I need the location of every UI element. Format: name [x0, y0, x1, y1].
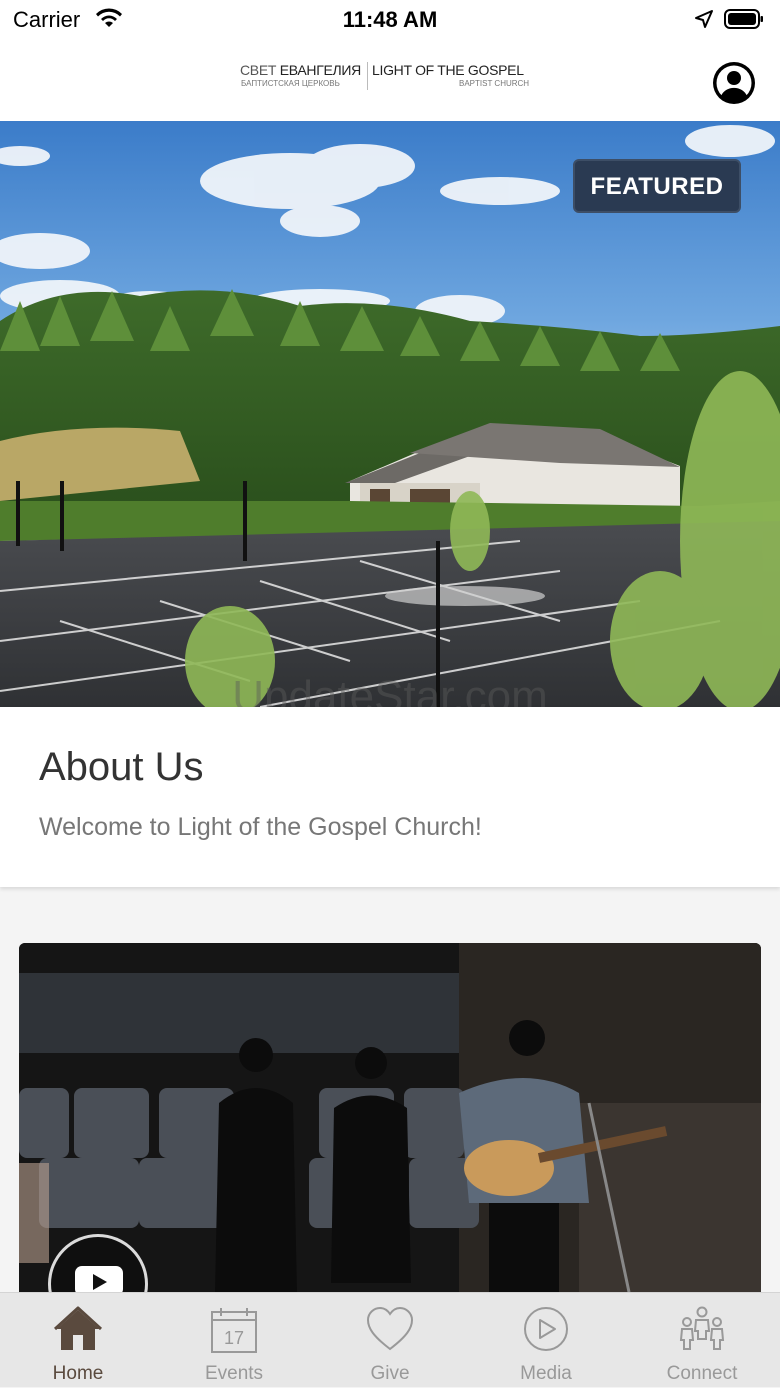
about-section[interactable]: About Us Welcome to Light of the Gospel … — [0, 707, 780, 887]
battery-icon — [724, 9, 763, 29]
profile-button[interactable] — [712, 61, 756, 105]
play-circle-icon — [524, 1307, 568, 1351]
heart-icon — [366, 1306, 414, 1351]
calendar-day: 17 — [224, 1328, 244, 1348]
tab-connect-label: Connect — [666, 1363, 738, 1384]
person-circle-icon — [713, 62, 755, 104]
bottom-tab-bar: Home 17 Events Give Media Connect — [0, 1292, 780, 1387]
logo-divider — [367, 62, 368, 90]
tab-home[interactable]: Home — [0, 1293, 156, 1388]
about-subtitle: Welcome to Light of the Gospel Church! — [39, 813, 482, 841]
tab-events-label: Events — [204, 1363, 264, 1384]
logo-ru-title: СВЕТ ЕВАНГЕЛИЯ — [240, 62, 361, 78]
calendar-icon: 17 — [211, 1308, 257, 1353]
tab-give[interactable]: Give — [312, 1293, 468, 1388]
tab-events[interactable]: 17 Events — [156, 1293, 312, 1388]
status-time: 11:48 AM — [342, 7, 438, 32]
app-header: СВЕТ ЕВАНГЕЛИЯ БАПТИСТСКАЯ ЦЕРКОВЬ LIGHT… — [0, 40, 780, 121]
status-bar: Carrier 11:48 AM — [0, 0, 780, 40]
worship-video-thumbnail — [19, 943, 761, 1292]
featured-badge: FEATURED — [573, 159, 741, 213]
people-icon — [679, 1306, 725, 1350]
logo-ru-subtitle: БАПТИСТСКАЯ ЦЕРКОВЬ — [241, 79, 340, 88]
tab-connect[interactable]: Connect — [624, 1293, 780, 1388]
tab-media[interactable]: Media — [468, 1293, 624, 1388]
video-card[interactable] — [19, 943, 761, 1292]
location-arrow-icon — [695, 10, 713, 28]
about-title: About Us — [39, 745, 204, 789]
tab-home-label: Home — [52, 1363, 104, 1384]
tab-give-label: Give — [370, 1363, 410, 1384]
logo-en-subtitle: BAPTIST CHURCH — [459, 79, 530, 88]
featured-hero-image[interactable]: FEATURED — [0, 121, 780, 707]
home-icon — [53, 1306, 103, 1350]
church-logo: СВЕТ ЕВАНГЕЛИЯ БАПТИСТСКАЯ ЦЕРКОВЬ LIGHT… — [240, 62, 540, 92]
tab-media-label: Media — [520, 1363, 572, 1384]
play-triangle-icon — [93, 1274, 107, 1290]
logo-en-title: LIGHT OF THE GOSPEL — [372, 62, 524, 78]
